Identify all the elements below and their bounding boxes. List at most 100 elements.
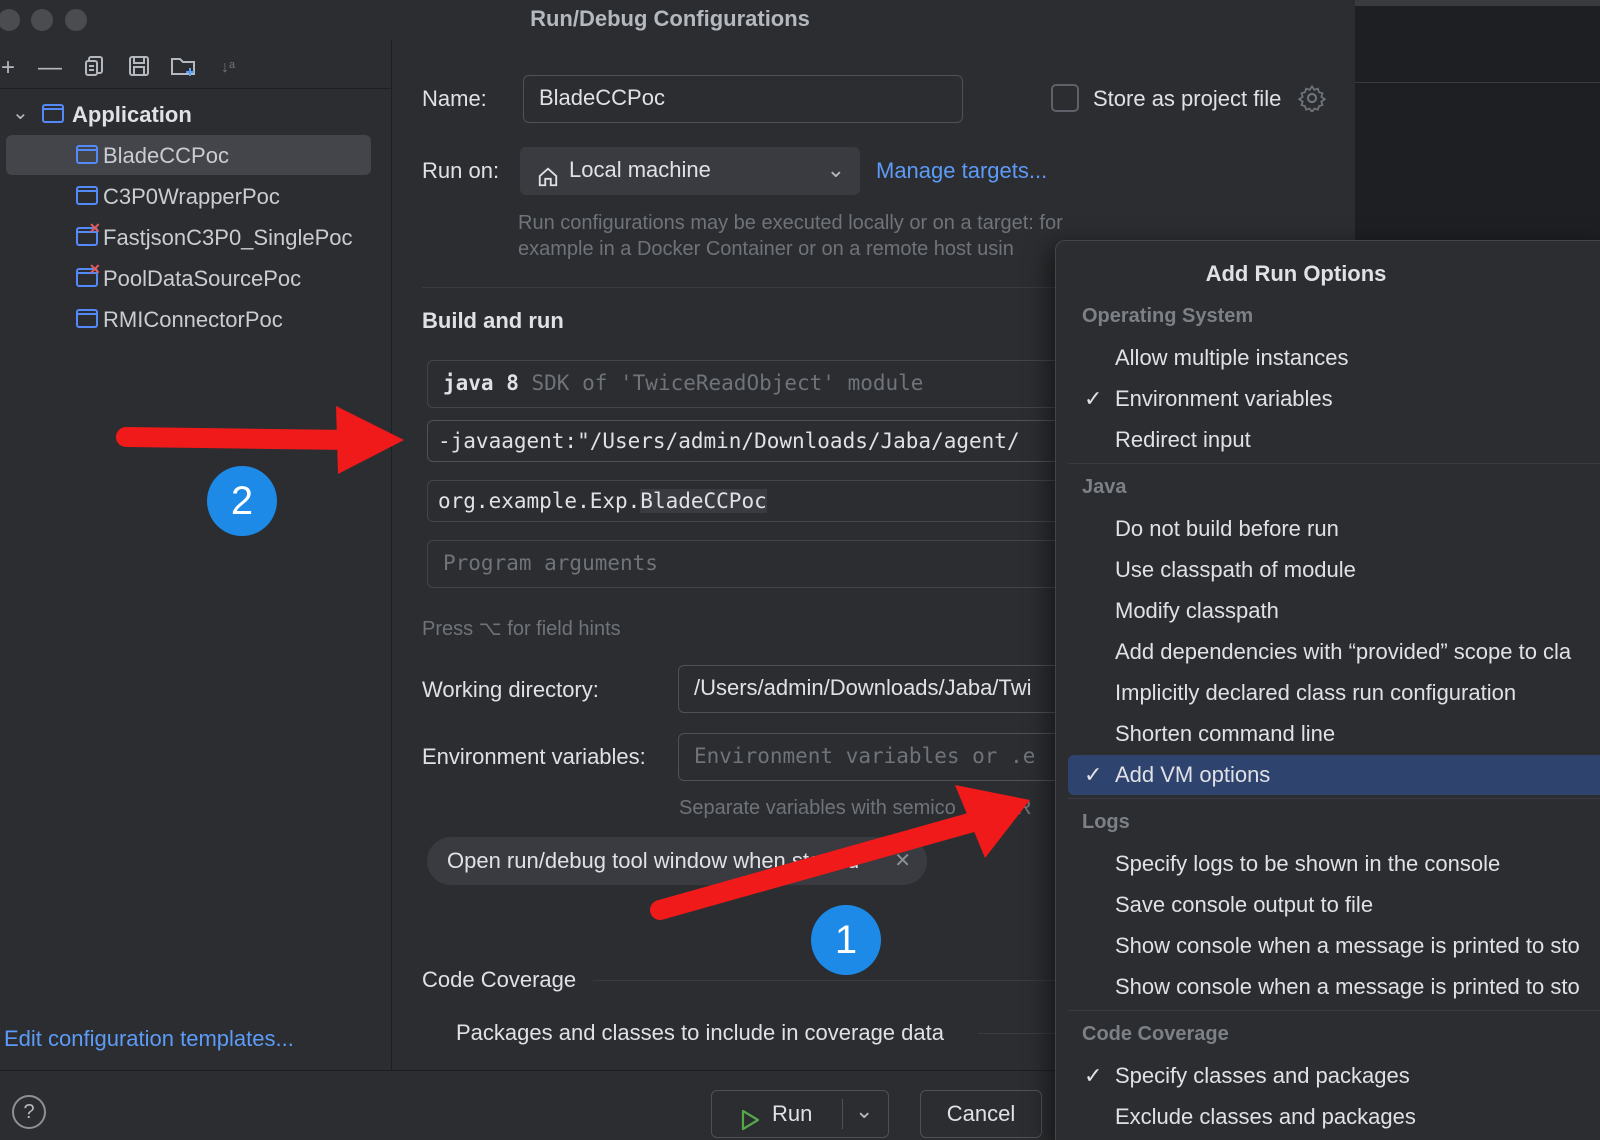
environment-variables-input[interactable]: Environment variables or .e [678,733,1078,781]
jdk-value: java 8 [443,371,519,395]
environment-variables-label: Environment variables: [422,744,646,769]
main-class-name: BladeCCPoc [640,489,767,513]
run-option-item[interactable]: Do not build before run [1068,509,1600,549]
code-coverage-heading: Code Coverage [422,967,577,992]
sort-icon[interactable]: ↓ᵃ [214,54,242,82]
close-icon[interactable]: ✕ [894,837,911,885]
tree-item-label: PoolDataSourcePoc [103,266,302,291]
run-on-value: Local machine [569,157,711,182]
run-option-item[interactable]: Specify logs to be shown in the console [1068,844,1600,884]
add-icon[interactable]: + [0,54,22,82]
popup-section-divider [1068,1010,1600,1011]
main-class-input[interactable]: org.example.Exp.BladeCCPoc [427,480,1077,522]
run-button[interactable]: Run ⌄ [711,1090,889,1138]
name-input[interactable]: BladeCCPoc [523,75,963,123]
open-tool-window-label: Open run/debug tool window when started [447,848,860,873]
home-icon [537,159,559,194]
run-option-item[interactable]: Save console output to file [1068,885,1600,925]
save-icon[interactable] [125,54,153,82]
run-option-item[interactable]: Show console when a message is printed t… [1068,926,1600,966]
error-icon: ✕ [89,261,101,277]
run-split-divider [842,1099,843,1129]
run-option-label: Show console when a message is printed t… [1115,933,1580,958]
popup-section-heading: Operating System [1082,305,1254,327]
tree-item[interactable]: RMIConnectorPoc [6,299,371,339]
tree-group-label: Application [72,102,192,127]
title-bar: Run/Debug Configurations [0,0,1355,40]
code-coverage-divider [593,980,1083,981]
gear-icon[interactable] [1297,84,1327,117]
run-option-item[interactable]: ✓ Add VM options [1068,755,1600,795]
run-option-item[interactable]: Add dependencies with “provided” scope t… [1068,632,1600,672]
tree-item[interactable]: ✕ PoolDataSourcePoc [6,258,371,298]
run-option-label: Add dependencies with “provided” scope t… [1115,639,1572,664]
popup-section-heading: Logs [1082,811,1130,833]
run-option-item[interactable]: Allow multiple instances [1068,338,1600,378]
working-directory-input[interactable]: /Users/admin/Downloads/Jaba/Twi [678,665,1078,713]
environment-variables-hint: Separate variables with semico VAR [679,797,1031,820]
jdk-select[interactable]: java 8 SDK of 'TwiceReadObject' module [427,360,1077,408]
run-option-item[interactable]: ✓ Environment variables [1068,379,1600,419]
chevron-down-icon: ⌄ [826,157,845,182]
run-option-item[interactable]: Show console when a message is printed t… [1068,967,1600,1007]
window-title: Run/Debug Configurations [530,6,810,31]
run-option-label: Add VM options [1115,762,1271,787]
run-option-item[interactable]: Implicitly declared class run configurat… [1068,673,1600,713]
name-label: Name: [422,86,487,111]
store-as-project-file-checkbox[interactable] [1051,84,1079,112]
tree-item-label: FastjsonC3P0_SinglePoc [103,225,353,250]
working-directory-label: Working directory: [422,677,599,702]
chevron-down-icon[interactable]: ⌄ [12,100,29,125]
program-arguments-input[interactable]: Program arguments [427,540,1077,588]
run-on-label: Run on: [422,158,500,183]
run-option-item[interactable]: Shorten command line [1068,714,1600,754]
tree-item[interactable]: ✕ FastjsonC3P0_SinglePoc [6,217,371,257]
chevron-down-icon[interactable]: ⌄ [855,1088,873,1134]
edit-configuration-templates-link[interactable]: Edit configuration templates... [4,1026,294,1052]
tree-toolbar: + — ↓ᵃ [0,48,392,88]
open-tool-window-chip[interactable]: Open run/debug tool window when started … [427,837,927,885]
main-class-package: org.example.Exp. [438,489,641,513]
tree-item-label: RMIConnectorPoc [103,307,283,332]
checkmark-icon: ✓ [1084,1063,1103,1088]
run-on-select[interactable]: Local machine ⌄ [520,147,860,195]
toolbar-divider [0,88,392,89]
popup-title: Add Run Options [1205,261,1387,286]
remove-icon[interactable]: — [36,54,64,82]
run-option-item[interactable]: Modify classpath [1068,591,1600,631]
popup-section-divider [1068,463,1600,464]
new-folder-icon[interactable] [170,54,198,82]
run-option-item[interactable]: ✓ Specify classes and packages [1068,1056,1600,1096]
copy-icon[interactable] [81,54,109,82]
vm-options-input[interactable]: -javaagent:"/Users/admin/Downloads/Jaba/… [427,420,1077,462]
application-config-icon [76,309,98,328]
background-tab-strip [1355,0,1600,6]
run-option-item[interactable]: Exclude classes and packages [1068,1097,1600,1137]
env-hint-tail: VAR [991,797,1032,819]
run-option-label: Exclude classes and packages [1115,1104,1416,1129]
application-icon [42,104,64,123]
help-button[interactable]: ? [12,1095,46,1129]
run-option-item[interactable]: Use classpath of module [1068,550,1600,590]
field-hints-text: Press ⌥ for field hints [422,618,621,640]
add-run-options-popup: Add Run Options Operating System Allow mu… [1055,240,1600,1140]
cancel-button[interactable]: Cancel [920,1090,1042,1138]
tree-item[interactable]: BladeCCPoc [6,135,371,175]
section-divider [422,287,1082,288]
build-and-run-heading: Build and run [422,308,564,333]
tree-group-application[interactable]: ⌄ Application [6,94,371,134]
run-option-label: Implicitly declared class run configurat… [1115,680,1517,705]
popup-section-divider [1068,798,1600,799]
play-icon [738,1102,762,1140]
env-hint-text: Separate variables with semico [679,797,956,819]
run-label: Run [772,1101,813,1126]
background-divider [1355,82,1600,83]
manage-targets-link[interactable]: Manage targets... [876,158,1047,184]
application-config-icon [76,145,98,164]
run-option-item[interactable]: Redirect input [1068,420,1600,460]
tree-item[interactable]: C3P0WrapperPoc [6,176,371,216]
run-option-label: Show console when a message is printed t… [1115,974,1580,999]
annotation-badge-2: 2 [207,466,277,536]
store-as-project-file-label: Store as project file [1093,86,1282,111]
checkmark-icon: ✓ [1084,386,1103,411]
